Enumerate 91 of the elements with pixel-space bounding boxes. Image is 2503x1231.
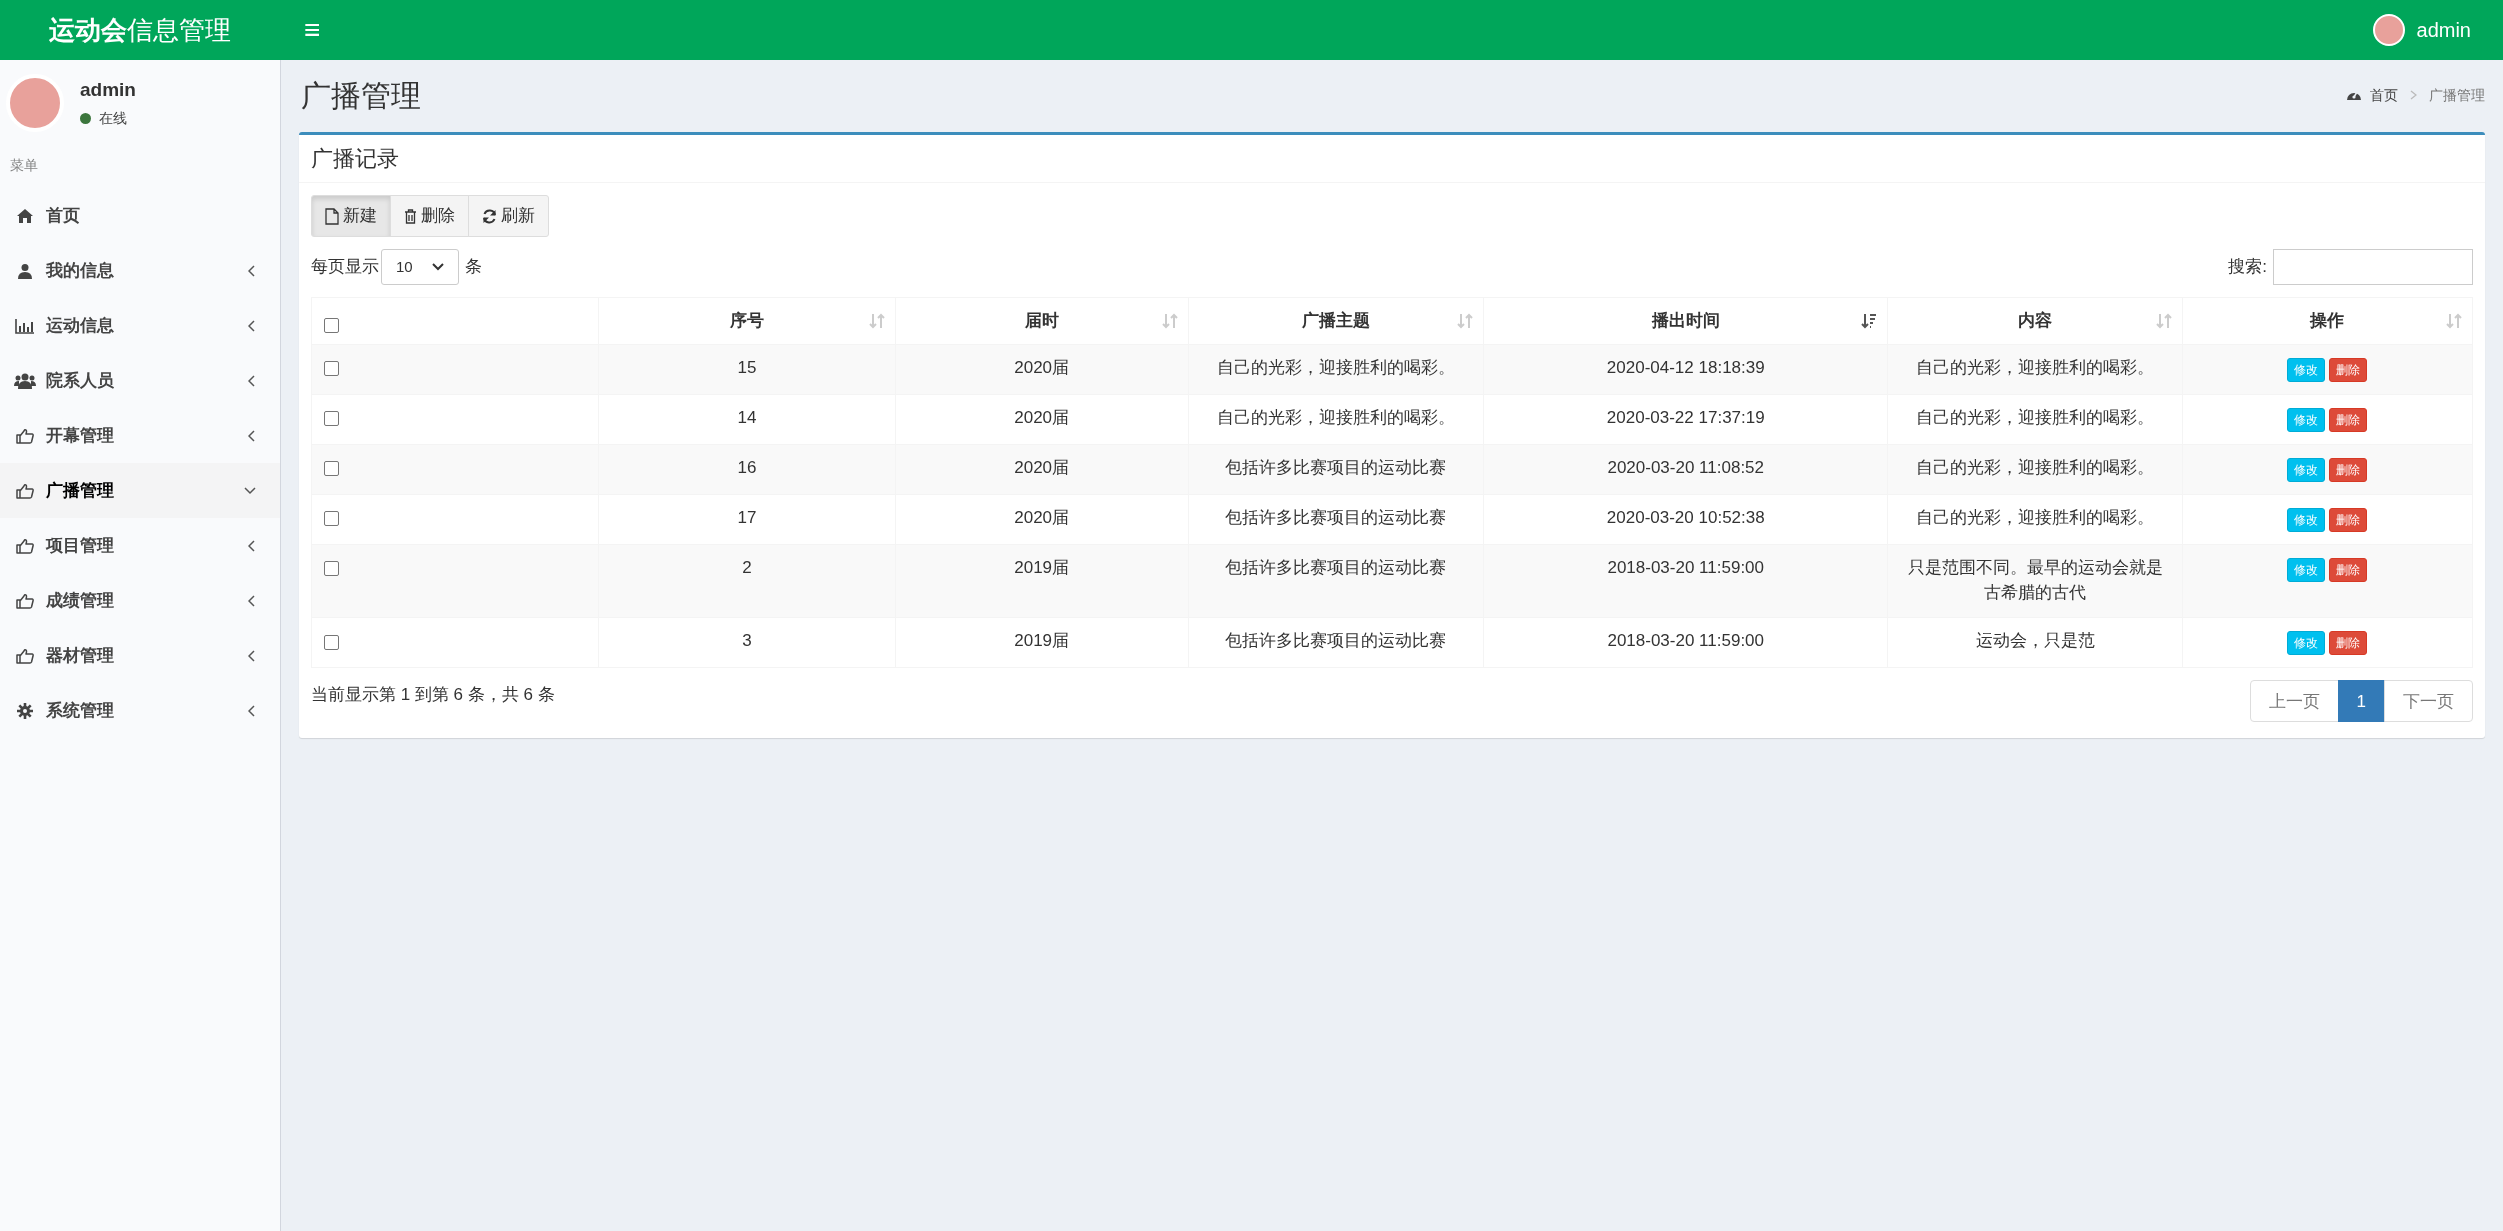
- user-name: admin: [80, 77, 136, 102]
- thumbs-up-icon: [14, 427, 36, 444]
- avatar-image: [2372, 14, 2405, 46]
- sidebar-item[interactable]: 器材管理: [0, 628, 280, 683]
- table-cell: 包括许多比赛项目的运动比赛: [1225, 508, 1447, 527]
- table-cell: 只是范围不同。最早的运动会就是古希腊的古代: [1907, 558, 2163, 602]
- gear-icon: [14, 702, 36, 719]
- breadcrumb-item: 广播管理: [2429, 85, 2485, 105]
- table-cell: 2018-03-20 11:59:00: [1607, 631, 1765, 651]
- sidebar-item[interactable]: 成绩管理: [0, 573, 280, 628]
- table-cell: 自己的光彩，迎接胜利的喝彩。: [1216, 408, 1455, 427]
- sidebar-item[interactable]: 院系人员: [0, 353, 280, 408]
- table-cell: 自己的光彩，迎接胜利的喝彩。: [1916, 408, 2155, 427]
- sidebar-item[interactable]: 运动信息: [0, 298, 280, 353]
- table-cell: 自己的光彩，迎接胜利的喝彩。: [1216, 358, 1455, 377]
- checkbox[interactable]: [324, 511, 339, 527]
- column-header[interactable]: 序号: [598, 297, 896, 345]
- checkbox[interactable]: [324, 318, 339, 334]
- column-header[interactable]: 操作: [2182, 297, 2473, 345]
- table-cell: 2020届: [1014, 358, 1070, 377]
- thumbs-up-icon: [14, 592, 36, 609]
- page-title: 广播管理: [300, 77, 422, 114]
- table-cell: 15: [737, 358, 757, 377]
- sidebar-item[interactable]: 开幕管理: [0, 408, 280, 463]
- table-cell: 2020-04-12 18:18:39: [1606, 358, 1765, 377]
- delete-button[interactable]: 删除: [2329, 508, 2368, 532]
- table-cell: 2020-03-22 17:37:19: [1606, 408, 1765, 427]
- file-icon: [325, 207, 339, 225]
- table-cell: 2020届: [1014, 408, 1070, 427]
- sidebar-item[interactable]: 系统管理: [0, 683, 280, 738]
- delete-button[interactable]: 删除: [2329, 358, 2368, 382]
- search-label: 搜索:: [2228, 256, 2267, 279]
- toolbar-button[interactable]: 刷新: [468, 195, 549, 237]
- delete-button[interactable]: 删除: [2329, 558, 2368, 582]
- checkbox[interactable]: [324, 411, 339, 427]
- sidebar-item[interactable]: 广播管理: [0, 463, 280, 518]
- table-cell: 包括许多比赛项目的运动比赛: [1225, 558, 1447, 577]
- checkbox[interactable]: [324, 461, 339, 477]
- delete-button[interactable]: 删除: [2329, 458, 2368, 482]
- pagination-button[interactable]: 下一页: [2384, 680, 2473, 723]
- table-cell: 16: [737, 458, 757, 477]
- table-cell: 运动会，只是范: [1975, 631, 2095, 651]
- table-cell: 2018-03-20 11:59:00: [1607, 558, 1765, 577]
- sidebar-item[interactable]: 我的信息: [0, 243, 280, 298]
- thumbs-up-icon: [14, 537, 36, 554]
- table-cell: 17: [737, 508, 757, 527]
- page-size-select[interactable]: 10: [381, 249, 459, 285]
- checkbox[interactable]: [324, 561, 339, 577]
- table-cell: 自己的光彩，迎接胜利的喝彩。: [1916, 358, 2155, 377]
- table-cell: 3: [742, 631, 752, 651]
- table-cell: 2020-03-20 10:52:38: [1606, 508, 1765, 527]
- trash-icon: [404, 208, 417, 224]
- toolbar-button[interactable]: 新建: [311, 195, 391, 237]
- checkbox[interactable]: [324, 361, 339, 377]
- delete-button[interactable]: 删除: [2329, 631, 2368, 656]
- search-field[interactable]: [2273, 249, 2473, 285]
- column-header[interactable]: 广播主题: [1188, 297, 1484, 345]
- refresh-icon: [482, 208, 497, 224]
- checkbox[interactable]: [324, 634, 339, 650]
- table-cell: 2019届: [1014, 631, 1070, 651]
- pagination-button[interactable]: 上一页: [2249, 680, 2339, 723]
- page-size-label: 每页显示: [311, 256, 379, 279]
- sidebar-item[interactable]: 项目管理: [0, 518, 280, 573]
- pagination-button[interactable]: 1: [2337, 680, 2385, 723]
- sidebar-item[interactable]: 首页: [0, 188, 280, 243]
- table-cell: 2: [742, 558, 752, 577]
- table-cell: 自己的光彩，迎接胜利的喝彩。: [1916, 458, 2155, 477]
- panel-title: 广播记录: [299, 135, 2485, 183]
- table-cell: 包括许多比赛项目的运动比赛: [1225, 631, 1447, 651]
- table-cell: 2020届: [1014, 508, 1070, 527]
- thumbs-up-icon: [14, 482, 36, 499]
- status-text: 在线: [99, 109, 127, 129]
- table-cell: 包括许多比赛项目的运动比赛: [1225, 458, 1447, 477]
- breadcrumb-item[interactable]: 首页: [2370, 84, 2398, 106]
- column-header[interactable]: 内容: [1887, 297, 2183, 345]
- table-cell: 14: [737, 408, 757, 427]
- column-header[interactable]: 播出时间: [1483, 297, 1888, 345]
- column-header[interactable]: 届时: [895, 297, 1189, 345]
- table-info: 当前显示第 1 到第 6 条，共 6 条: [311, 684, 555, 707]
- menu-heading: 菜单: [9, 156, 39, 175]
- table-cell: 2020届: [1014, 458, 1070, 477]
- chevron-down-icon: [432, 263, 444, 271]
- bar-chart-icon: [14, 317, 36, 334]
- table-cell: 2020-03-20 11:08:52: [1607, 458, 1765, 477]
- table-cell: 2019届: [1014, 558, 1070, 577]
- page-size-label: 条: [465, 256, 482, 279]
- table-cell: 自己的光彩，迎接胜利的喝彩。: [1916, 508, 2155, 527]
- delete-button[interactable]: 删除: [2329, 408, 2368, 432]
- users-icon: [14, 372, 36, 389]
- toolbar-button[interactable]: 删除: [390, 195, 469, 237]
- thumbs-up-icon: [14, 647, 36, 664]
